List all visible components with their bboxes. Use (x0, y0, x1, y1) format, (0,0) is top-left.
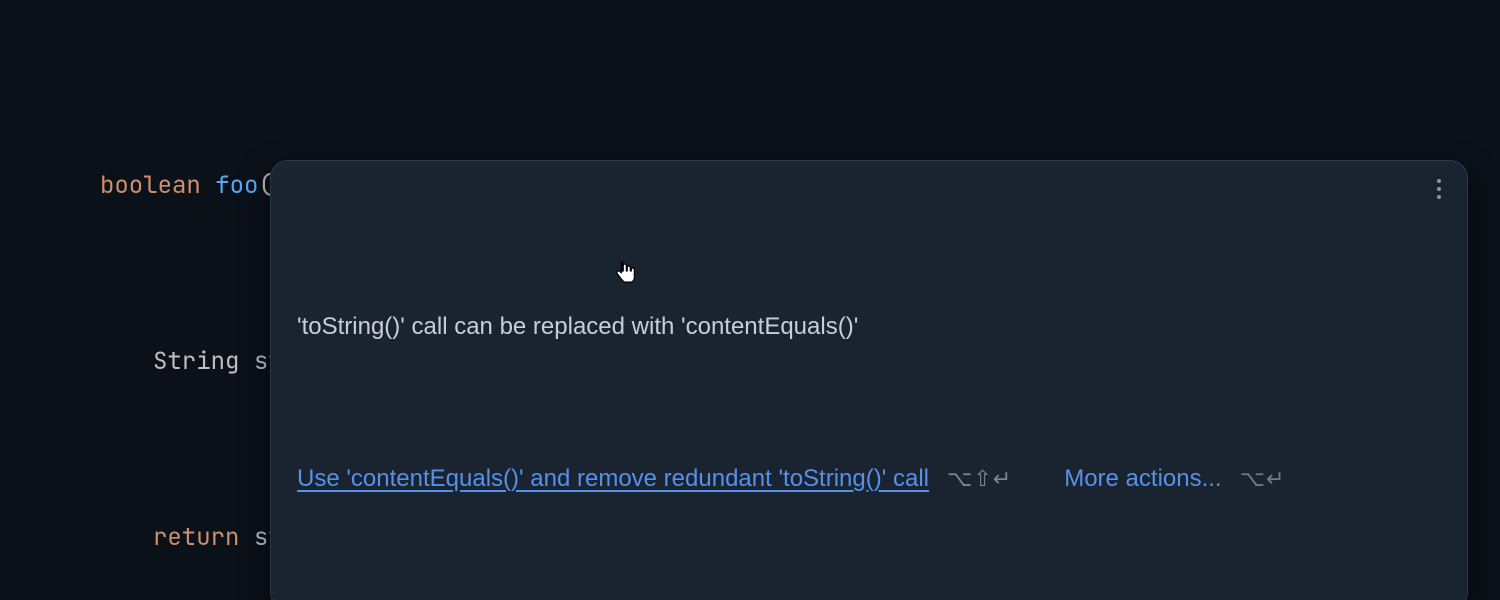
quick-fix-link[interactable]: Use 'contentEquals()' and remove redunda… (297, 457, 929, 501)
code-editor[interactable]: boolean foo(StringBuilder sb) { String s… (0, 0, 1500, 600)
keyword-return: return (153, 522, 239, 553)
popup-menu-button[interactable] (1427, 175, 1451, 203)
inspection-popup: 'toString()' call can be replaced with '… (270, 160, 1468, 600)
type-name: String (153, 346, 239, 377)
more-actions-link[interactable]: More actions... (1064, 457, 1221, 501)
keyword-boolean: boolean (100, 170, 201, 201)
popup-actions-row: Use 'contentEquals()' and remove redunda… (297, 457, 1441, 501)
shortcut-icon: ⌥↵ (1240, 457, 1286, 501)
more-vert-icon (1437, 179, 1441, 183)
shortcut-icon: ⌥⇧↵ (947, 457, 1012, 501)
inspection-title: 'toString()' call can be replaced with '… (297, 311, 1441, 343)
method-name: foo (215, 170, 258, 201)
more-vert-icon (1437, 195, 1441, 199)
more-vert-icon (1437, 187, 1441, 191)
